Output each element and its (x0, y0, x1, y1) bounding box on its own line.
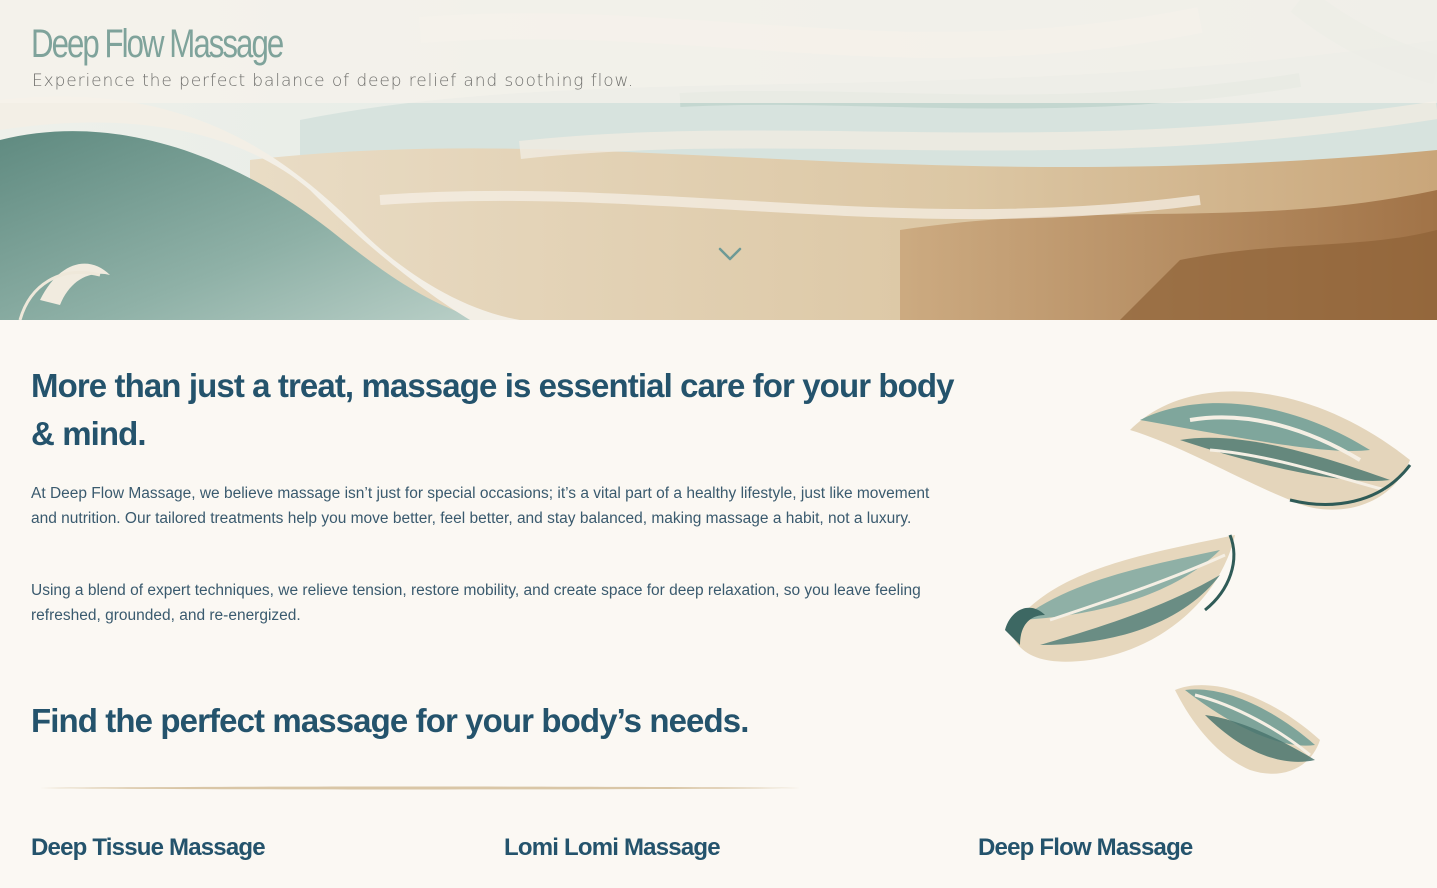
leaf-art-middle (1005, 534, 1236, 662)
service-deep-flow[interactable]: Deep Flow Massage (978, 834, 1193, 862)
leaf-art-bottom (1175, 685, 1320, 774)
service-deep-tissue[interactable]: Deep Tissue Massage (31, 834, 266, 862)
intro-paragraph-1: At Deep Flow Massage, we believe massage… (31, 485, 930, 527)
services-heading: Find the perfect massage for your body’s… (31, 702, 749, 739)
chevron-down-icon[interactable] (717, 244, 743, 264)
site-title[interactable]: Deep Flow Massage (31, 22, 284, 67)
intro-paragraph-2: Using a blend of expert techniques, we r… (31, 582, 921, 624)
leaf-art-top (1130, 391, 1412, 510)
section-divider (40, 786, 800, 790)
site-tagline: Experience the perfect balance of deep r… (32, 71, 635, 91)
hero-banner: Deep Flow Massage Experience the perfect… (0, 0, 1437, 320)
service-lomi-lomi[interactable]: Lomi Lomi Massage (504, 834, 721, 862)
decorative-wave-leaves (1005, 391, 1412, 774)
intro-heading: More than just a treat, massage is essen… (31, 367, 955, 452)
